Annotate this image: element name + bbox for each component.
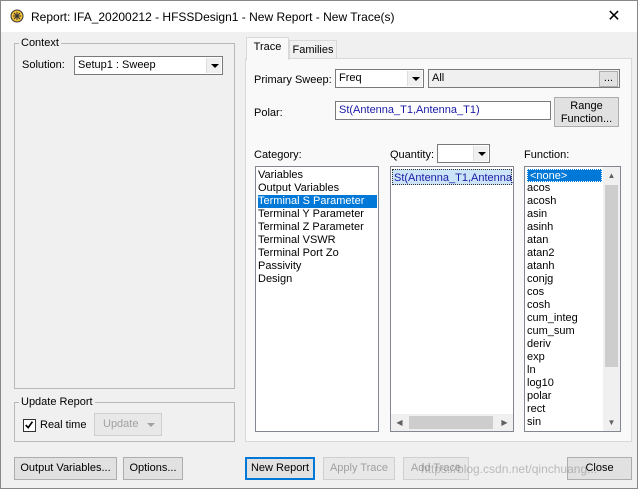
polar-label: Polar: xyxy=(254,107,283,119)
polar-expression-value: St(Antenna_T1,Antenna_T1) xyxy=(339,104,480,116)
category-label: Category: xyxy=(254,149,302,161)
realtime-checkbox[interactable] xyxy=(23,419,36,432)
list-item[interactable]: deriv xyxy=(527,338,602,351)
list-item[interactable]: log10 xyxy=(527,377,602,390)
options-button[interactable]: Options... xyxy=(123,457,183,480)
quantity-filter-select[interactable] xyxy=(437,144,490,163)
output-variables-label: Output Variables... xyxy=(20,462,111,474)
update-report-legend: Update Report xyxy=(21,396,93,408)
report-dialog: Report: IFA_20200212 - HFSSDesign1 - New… xyxy=(0,0,638,489)
scroll-left-icon[interactable]: ◀ xyxy=(391,414,408,431)
function-list[interactable]: sin rect polar log10 ln exp deriv cum_sum cum_in… xyxy=(524,166,621,432)
category-list[interactable]: Variables Output Variables Terminal S Para… xyxy=(255,166,379,432)
scroll-down-icon[interactable]: ▼ xyxy=(603,414,620,431)
range-function-line1: Range xyxy=(570,100,603,112)
quantity-label: Quantity: xyxy=(390,149,435,161)
quantity-list[interactable]: St(Antenna_T1,Antenna_T1) ◀ ▶ xyxy=(390,166,514,432)
list-item[interactable]: Terminal VSWR xyxy=(258,234,377,247)
solution-label: Solution: xyxy=(22,59,65,71)
close-icon[interactable]: ✕ xyxy=(591,1,637,32)
new-report-label: New Report xyxy=(250,462,310,474)
list-item[interactable]: acos xyxy=(527,182,602,195)
scroll-thumb[interactable] xyxy=(409,416,493,429)
sweep-range-ellipsis-button[interactable]: ... xyxy=(599,71,618,87)
realtime-label[interactable]: Real time xyxy=(40,419,86,431)
list-item[interactable]: atanh xyxy=(527,260,602,273)
primary-sweep-range-field[interactable]: All xyxy=(428,69,620,88)
list-item[interactable]: cum_sum xyxy=(527,325,602,338)
scroll-up-icon[interactable]: ▲ xyxy=(603,167,620,184)
dropdown-arrow-icon[interactable] xyxy=(473,146,488,161)
list-item[interactable]: cos xyxy=(527,286,602,299)
context-group: Context xyxy=(14,37,235,389)
list-item[interactable]: Passivity xyxy=(258,260,377,273)
list-item[interactable]: asinh xyxy=(527,221,602,234)
window-title: Report: IFA_20200212 - HFSSDesign1 - New… xyxy=(31,10,395,24)
range-function-button[interactable]: Range Function... xyxy=(554,97,619,127)
solution-value: Setup1 : Sweep xyxy=(78,59,156,71)
options-label: Options... xyxy=(129,462,177,474)
list-item[interactable]: atan xyxy=(527,234,602,247)
list-item[interactable]: sin xyxy=(527,416,602,429)
tab-families-label: Families xyxy=(292,44,334,56)
tab-trace-label: Trace xyxy=(253,41,282,53)
update-button[interactable]: Update xyxy=(94,413,162,436)
app-icon xyxy=(10,9,24,23)
list-item[interactable]: acosh xyxy=(527,195,602,208)
range-function-line2: Function... xyxy=(560,113,613,125)
polar-expression-input[interactable]: St(Antenna_T1,Antenna_T1) xyxy=(335,101,551,120)
scroll-right-icon[interactable]: ▶ xyxy=(496,414,513,431)
solution-select[interactable]: Setup1 : Sweep xyxy=(74,56,223,75)
context-legend: Context xyxy=(21,37,59,49)
dropdown-arrow-icon[interactable] xyxy=(206,58,221,73)
list-item[interactable]: Variables xyxy=(258,169,377,182)
primary-sweep-select[interactable]: Freq xyxy=(335,69,424,88)
primary-sweep-value: Freq xyxy=(339,72,362,84)
list-item[interactable]: cosh xyxy=(527,299,602,312)
quantity-hscrollbar[interactable]: ◀ ▶ xyxy=(391,414,513,431)
list-item[interactable]: Terminal S Parameter xyxy=(258,195,377,208)
list-item[interactable]: Terminal Port Zo xyxy=(258,247,377,260)
output-variables-button[interactable]: Output Variables... xyxy=(14,457,117,480)
list-item[interactable]: atan2 xyxy=(527,247,602,260)
quantity-item-label: St(Antenna_T1,Antenna_T1) xyxy=(394,172,513,184)
list-item[interactable]: conjg xyxy=(527,273,602,286)
list-item[interactable]: Terminal Y Parameter xyxy=(258,208,377,221)
apply-trace-label: Apply Trace xyxy=(329,462,389,474)
update-button-label: Update xyxy=(103,418,139,430)
list-item[interactable]: exp xyxy=(527,351,602,364)
apply-trace-button[interactable]: Apply Trace xyxy=(323,457,395,480)
list-item[interactable]: <none> xyxy=(527,169,602,182)
primary-sweep-label: Primary Sweep: xyxy=(254,74,332,86)
dropdown-arrow-icon xyxy=(147,423,155,427)
ellipsis-label: ... xyxy=(603,72,614,84)
list-item[interactable]: cum_integ xyxy=(527,312,602,325)
function-vscrollbar[interactable]: ▲ ▼ xyxy=(603,167,620,431)
list-item[interactable]: Output Variables xyxy=(258,182,377,195)
list-item[interactable]: Terminal Z Parameter xyxy=(258,221,377,234)
new-report-button[interactable]: New Report xyxy=(245,457,315,480)
primary-sweep-range-value: All xyxy=(432,72,445,84)
dropdown-arrow-icon[interactable] xyxy=(407,71,422,86)
list-item[interactable]: ln xyxy=(527,364,602,377)
function-label: Function: xyxy=(524,149,570,161)
title-bar: Report: IFA_20200212 - HFSSDesign1 - New… xyxy=(1,1,637,32)
checkbox-check-icon xyxy=(25,421,34,429)
scroll-thumb[interactable] xyxy=(605,185,618,367)
list-item[interactable]: asin xyxy=(527,208,602,221)
list-item[interactable]: polar xyxy=(527,390,602,403)
watermark-text: https://blog.csdn.net/qinchuang... xyxy=(421,462,598,476)
tab-trace[interactable]: Trace xyxy=(246,37,289,60)
list-item[interactable]: Design xyxy=(258,273,377,286)
list-item[interactable]: rect xyxy=(527,403,602,416)
list-item[interactable]: St(Antenna_T1,Antenna_T1) xyxy=(392,169,513,185)
